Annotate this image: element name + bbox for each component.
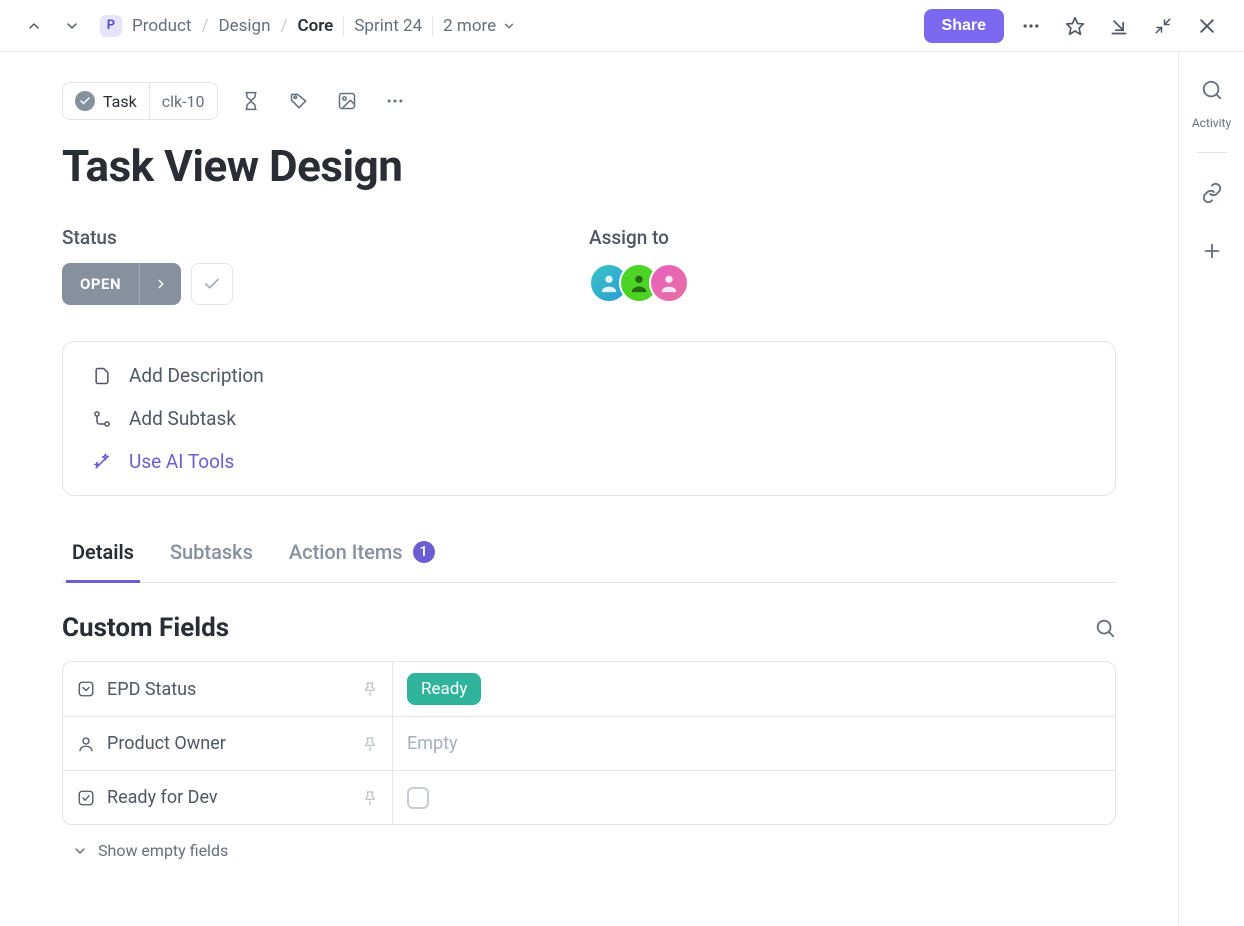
custom-field-label: Product Owner <box>107 733 226 754</box>
dropdown-field-icon <box>77 680 95 698</box>
custom-field-row: EPD Status Ready <box>63 662 1115 716</box>
custom-field-value-cell[interactable]: Ready <box>393 662 1115 716</box>
tab-details[interactable]: Details <box>72 526 134 582</box>
checkbox-field-icon <box>77 789 95 807</box>
breadcrumb-design[interactable]: Design <box>218 16 270 36</box>
custom-fields-table: EPD Status Ready Product Owner <box>62 661 1116 825</box>
divider <box>1197 152 1227 153</box>
add-subtask-label: Add Subtask <box>129 407 236 430</box>
custom-field-value-cell[interactable]: Empty <box>393 717 1115 770</box>
download-icon[interactable] <box>1102 9 1136 43</box>
collapse-icon[interactable] <box>1146 9 1180 43</box>
nav-down-icon[interactable] <box>58 12 86 40</box>
attachment-image-icon[interactable] <box>332 86 362 116</box>
breadcrumb-more[interactable]: 2 more <box>443 16 516 36</box>
more-horizontal-icon[interactable] <box>380 86 410 116</box>
breadcrumb-core[interactable]: Core <box>297 16 333 36</box>
custom-field-row: Product Owner Empty <box>63 716 1115 770</box>
board-badge[interactable]: P <box>100 15 122 37</box>
content-area: Task clk-10 Task View Design Status <box>0 52 1178 926</box>
time-tracking-icon[interactable] <box>236 86 266 116</box>
show-empty-fields-button[interactable]: Show empty fields <box>62 841 1116 860</box>
assign-label: Assign to <box>589 226 1116 249</box>
status-chip-ready: Ready <box>407 673 481 705</box>
assignee-avatars[interactable] <box>589 263 1116 303</box>
link-icon[interactable] <box>1192 173 1232 213</box>
status-pill[interactable]: OPEN <box>62 263 181 305</box>
custom-field-name-cell[interactable]: Product Owner <box>63 717 393 770</box>
nav-up-icon[interactable] <box>20 12 48 40</box>
star-icon[interactable] <box>1058 9 1092 43</box>
breadcrumb-product[interactable]: Product <box>132 16 191 36</box>
chevron-down-icon <box>502 19 516 33</box>
share-button[interactable]: Share <box>924 9 1004 43</box>
document-icon <box>91 366 113 386</box>
divider <box>432 16 433 36</box>
pin-icon[interactable] <box>362 681 378 697</box>
task-id-label: clk-10 <box>150 92 217 111</box>
breadcrumb-separator: / <box>201 16 208 36</box>
custom-fields-title: Custom Fields <box>62 613 229 643</box>
custom-field-value-cell[interactable] <box>393 771 1115 824</box>
subtask-icon <box>91 409 113 429</box>
task-type-label: Task <box>103 92 137 111</box>
mark-complete-button[interactable] <box>191 263 233 305</box>
custom-field-label: Ready for Dev <box>107 787 218 808</box>
add-description-button[interactable]: Add Description <box>91 364 1087 387</box>
close-icon[interactable] <box>1190 9 1224 43</box>
pin-icon[interactable] <box>362 736 378 752</box>
custom-field-name-cell[interactable]: Ready for Dev <box>63 771 393 824</box>
right-rail: Activity <box>1178 52 1244 926</box>
add-description-label: Add Description <box>129 364 264 387</box>
pin-icon[interactable] <box>362 790 378 806</box>
status-value: OPEN <box>62 275 139 293</box>
task-title[interactable]: Task View Design <box>62 140 1116 192</box>
show-empty-fields-label: Show empty fields <box>98 841 228 860</box>
ai-sparkle-icon <box>91 452 113 472</box>
breadcrumb-separator: / <box>280 16 287 36</box>
avatar[interactable] <box>649 263 689 303</box>
use-ai-label: Use AI Tools <box>129 450 234 473</box>
person-field-icon <box>77 735 95 753</box>
breadcrumb-sprint[interactable]: Sprint 24 <box>354 16 422 36</box>
task-meta-row: Task clk-10 <box>62 82 1116 120</box>
activity-label: Activity <box>1192 116 1231 130</box>
use-ai-tools-button[interactable]: Use AI Tools <box>91 450 1087 473</box>
tab-subtasks[interactable]: Subtasks <box>170 526 253 582</box>
add-panel-icon[interactable] <box>1192 231 1232 271</box>
tabs: Details Subtasks Action Items 1 <box>62 526 1116 583</box>
topbar: P Product / Design / Core Sprint 24 2 mo… <box>0 0 1244 52</box>
tab-action-items[interactable]: Action Items 1 <box>289 526 435 582</box>
status-label: Status <box>62 226 589 249</box>
check-circle-icon <box>75 91 95 111</box>
add-actions-card: Add Description Add Subtask Use AI Tools <box>62 341 1116 496</box>
breadcrumb: P Product / Design / Core Sprint 24 2 mo… <box>100 15 516 37</box>
custom-field-label: EPD Status <box>107 679 196 700</box>
custom-field-name-cell[interactable]: EPD Status <box>63 662 393 716</box>
add-subtask-button[interactable]: Add Subtask <box>91 407 1087 430</box>
breadcrumb-more-label: 2 more <box>443 16 496 36</box>
empty-value: Empty <box>407 733 458 754</box>
search-icon[interactable] <box>1094 617 1116 639</box>
task-chip[interactable]: Task clk-10 <box>62 82 218 120</box>
activity-icon[interactable] <box>1192 70 1232 110</box>
divider <box>343 16 344 36</box>
chevron-down-icon <box>72 843 88 859</box>
tag-icon[interactable] <box>284 86 314 116</box>
action-items-count-badge: 1 <box>413 541 435 563</box>
custom-field-row: Ready for Dev <box>63 770 1115 824</box>
more-horizontal-icon[interactable] <box>1014 9 1048 43</box>
checkbox-unchecked[interactable] <box>407 787 429 809</box>
status-next-icon[interactable] <box>139 263 181 305</box>
tab-action-items-label: Action Items <box>289 540 403 564</box>
